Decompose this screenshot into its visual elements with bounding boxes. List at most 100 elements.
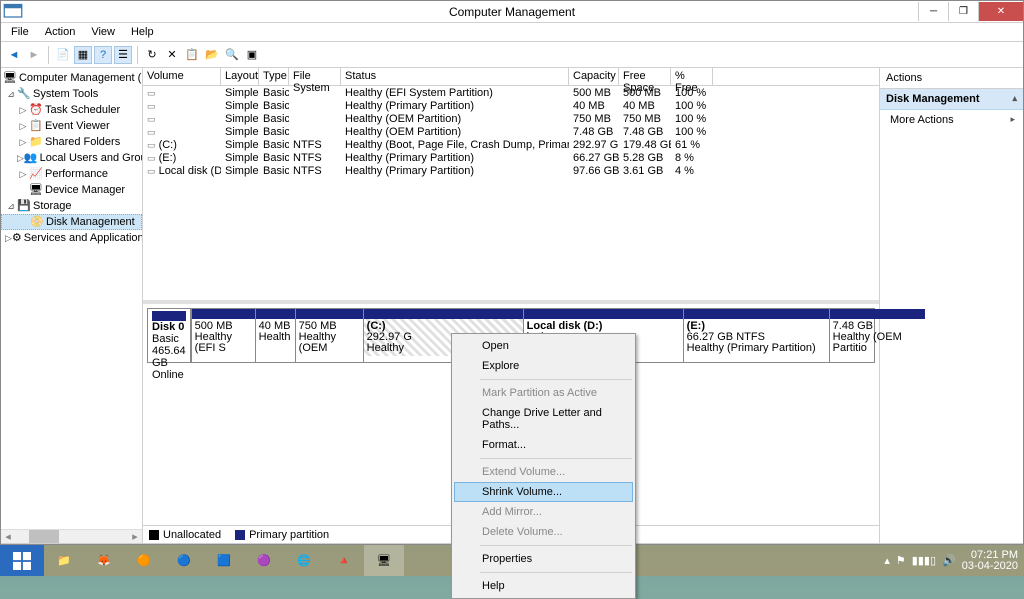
- tree-item[interactable]: ▷📁Shared Folders: [1, 134, 142, 150]
- tree-scrollbar[interactable]: ◂▸: [1, 529, 142, 543]
- tree-item[interactable]: ▷📈Performance: [1, 166, 142, 182]
- context-menu-item: Delete Volume...: [454, 522, 633, 542]
- disk-status: Online: [152, 369, 186, 381]
- context-menu-item: Mark Partition as Active: [454, 383, 633, 403]
- toolbar-btn-8[interactable]: ▣: [243, 46, 261, 64]
- tray-up-icon[interactable]: ▴: [884, 554, 890, 567]
- context-menu[interactable]: OpenExplore Mark Partition as ActiveChang…: [451, 333, 636, 599]
- menu-file[interactable]: File: [3, 24, 37, 40]
- taskbar-app[interactable]: 🔵: [164, 545, 204, 576]
- toolbar: ◄ ► 📄 ▦ ? ☰ ↻ ✕ 📋 📂 🔍 ▣: [1, 42, 1023, 68]
- clock-time: 07:21 PM: [962, 550, 1018, 561]
- close-button[interactable]: ✕: [978, 2, 1023, 21]
- taskbar-app-chrome[interactable]: 🌐: [284, 545, 324, 576]
- col-status[interactable]: Status: [341, 68, 569, 85]
- context-menu-item[interactable]: Open: [454, 336, 633, 356]
- tree-item[interactable]: ▷⏰Task Scheduler: [1, 102, 142, 118]
- taskbar-app-vlc[interactable]: 🔺: [324, 545, 364, 576]
- col-type[interactable]: Type: [259, 68, 289, 85]
- taskbar-app-explorer[interactable]: 📁: [44, 545, 84, 576]
- tree-item[interactable]: ▷👥Local Users and Groups: [1, 150, 142, 166]
- toolbar-btn-4[interactable]: ☰: [114, 46, 132, 64]
- col-pctfree[interactable]: % Free: [671, 68, 713, 85]
- volume-header[interactable]: Volume Layout Type File System Status Ca…: [143, 68, 879, 86]
- context-menu-separator: [480, 545, 632, 546]
- volume-row[interactable]: SimpleBasicHealthy (EFI System Partition…: [143, 86, 879, 99]
- toolbar-btn-x[interactable]: ✕: [163, 46, 181, 64]
- minimize-button[interactable]: ─: [918, 2, 948, 21]
- toolbar-btn-7[interactable]: 🔍: [223, 46, 241, 64]
- taskbar-app[interactable]: 🦊: [84, 545, 124, 576]
- toolbar-btn-6[interactable]: 📂: [203, 46, 221, 64]
- col-layout[interactable]: Layout: [221, 68, 259, 85]
- tray-network-icon[interactable]: ▮▮▮▯: [912, 554, 936, 567]
- start-button[interactable]: [0, 545, 44, 576]
- volume-row[interactable]: (C:)SimpleBasicNTFSHealthy (Boot, Page F…: [143, 138, 879, 151]
- partition[interactable]: 750 MBHealthy (OEM: [295, 309, 363, 362]
- restore-button[interactable]: ❐: [948, 2, 978, 21]
- context-menu-separator: [480, 379, 632, 380]
- tree-disk-management[interactable]: 📀Disk Management: [1, 214, 142, 230]
- refresh-button[interactable]: ↻: [143, 46, 161, 64]
- titlebar[interactable]: Computer Management ─ ❐ ✕: [1, 1, 1023, 23]
- context-menu-item[interactable]: Shrink Volume...: [454, 482, 633, 502]
- toolbar-separator: [137, 46, 138, 64]
- partition[interactable]: 500 MBHealthy (EFI S: [191, 309, 255, 362]
- taskbar-app[interactable]: 🟣: [244, 545, 284, 576]
- tray-volume-icon[interactable]: 🔊: [942, 554, 956, 567]
- disk-name: Disk 0: [152, 321, 186, 333]
- forward-button[interactable]: ►: [25, 46, 43, 64]
- context-menu-separator: [480, 572, 632, 573]
- context-menu-item: Add Mirror...: [454, 502, 633, 522]
- taskbar-app[interactable]: 🟠: [124, 545, 164, 576]
- col-volume[interactable]: Volume: [143, 68, 221, 85]
- tree-storage[interactable]: ⊿💾Storage: [1, 198, 142, 214]
- taskbar-app[interactable]: 🟦: [204, 545, 244, 576]
- volume-list[interactable]: Volume Layout Type File System Status Ca…: [143, 68, 879, 304]
- partition[interactable]: 40 MBHealth: [255, 309, 295, 362]
- volume-row[interactable]: (E:)SimpleBasicNTFSHealthy (Primary Part…: [143, 151, 879, 164]
- toolbar-btn-1[interactable]: 📄: [54, 46, 72, 64]
- volume-row[interactable]: SimpleBasicHealthy (OEM Partition)7.48 G…: [143, 125, 879, 138]
- clock[interactable]: 07:21 PM 03-04-2020: [962, 550, 1018, 572]
- navigation-tree[interactable]: 🖥Computer Management (Local ⊿🔧System Too…: [1, 68, 143, 543]
- menubar: File Action View Help: [1, 23, 1023, 42]
- menu-action[interactable]: Action: [37, 24, 84, 40]
- volume-row[interactable]: SimpleBasicHealthy (Primary Partition)40…: [143, 99, 879, 112]
- toolbar-btn-2[interactable]: ▦: [74, 46, 92, 64]
- disk-info[interactable]: Disk 0 Basic 465.64 GB Online: [148, 309, 191, 362]
- menu-view[interactable]: View: [83, 24, 123, 40]
- context-menu-item[interactable]: Properties: [454, 549, 633, 569]
- tree-root[interactable]: 🖥Computer Management (Local: [1, 70, 142, 86]
- actions-title: Actions: [880, 68, 1023, 89]
- menu-help[interactable]: Help: [123, 24, 162, 40]
- context-menu-item[interactable]: Change Drive Letter and Paths...: [454, 403, 633, 435]
- disk-type: Basic: [152, 333, 186, 345]
- tray-flag-icon[interactable]: ⚑: [896, 554, 906, 567]
- back-button[interactable]: ◄: [5, 46, 23, 64]
- col-filesystem[interactable]: File System: [289, 68, 341, 85]
- context-menu-item[interactable]: Format...: [454, 435, 633, 455]
- tree-system-tools[interactable]: ⊿🔧System Tools: [1, 86, 142, 102]
- taskbar-app-active[interactable]: 🖥: [364, 545, 404, 576]
- toolbar-btn-3[interactable]: ?: [94, 46, 112, 64]
- actions-heading[interactable]: Disk Management: [880, 89, 1023, 110]
- clock-date: 03-04-2020: [962, 561, 1018, 572]
- system-tray[interactable]: ▴ ⚑ ▮▮▮▯ 🔊 07:21 PM 03-04-2020: [884, 550, 1024, 572]
- tree-services[interactable]: ▷⚙Services and Applications: [1, 230, 142, 246]
- window-title: Computer Management: [449, 5, 575, 19]
- context-menu-item[interactable]: Help: [454, 576, 633, 596]
- context-menu-item: Extend Volume...: [454, 462, 633, 482]
- volume-row[interactable]: Local disk (D:)SimpleBasicNTFSHealthy (P…: [143, 164, 879, 177]
- col-freespace[interactable]: Free Space: [619, 68, 671, 85]
- tree-item[interactable]: 🖥Device Manager: [1, 182, 142, 198]
- tree-item[interactable]: ▷📋Event Viewer: [1, 118, 142, 134]
- toolbar-btn-5[interactable]: 📋: [183, 46, 201, 64]
- partition[interactable]: 7.48 GBHealthy (OEM Partitio: [829, 309, 925, 362]
- col-capacity[interactable]: Capacity: [569, 68, 619, 85]
- legend-unallocated: Unallocated: [149, 529, 221, 541]
- volume-row[interactable]: SimpleBasicHealthy (OEM Partition)750 MB…: [143, 112, 879, 125]
- context-menu-item[interactable]: Explore: [454, 356, 633, 376]
- actions-more[interactable]: More Actions: [880, 110, 1023, 130]
- partition[interactable]: (E:)66.27 GB NTFSHealthy (Primary Partit…: [683, 309, 829, 362]
